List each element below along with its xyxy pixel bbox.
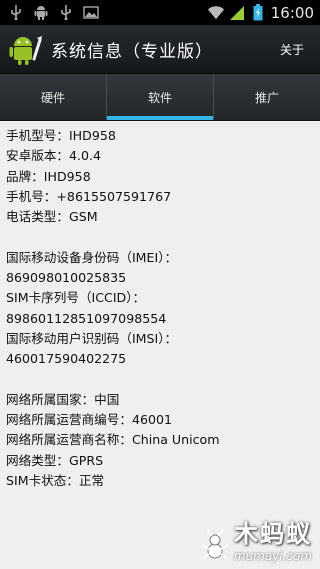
tab-label: 硬件 [40, 90, 65, 105]
operator-code: 网络所属运营商编号：46001 [6, 412, 173, 428]
phone-type: 电话类型：GSM [6, 209, 98, 225]
about-button[interactable]: 关于 [280, 41, 304, 58]
sim-state: SIM卡状态：正常 [6, 473, 105, 489]
tab-label: 软件 [147, 90, 172, 105]
page-title: 系统信息（专业版） [51, 41, 213, 62]
info-list: 手机型号：IHD958 安卓版本：4.0.4 品牌：IHD958 手机号：+86… [0, 121, 320, 491]
battery-icon [250, 4, 266, 21]
tab-software[interactable]: 软件 [106, 74, 213, 120]
imei-label: 国际移动设备身份码（IMEI）： [6, 249, 178, 265]
network-type: 网络类型：GPRS [6, 452, 104, 468]
android-version: 安卓版本：4.0.4 [6, 148, 102, 164]
operator-name: 网络所属运营商名称：China Unicom [6, 432, 220, 448]
watermark-chinese: 木蚂蚁 [234, 520, 312, 548]
network-country: 网络所属国家：中国 [6, 391, 120, 407]
imsi-value: 460017590402275 [6, 351, 127, 367]
imsi-label: 国际移动用户识别码（IMSI）： [6, 330, 178, 346]
android-debug-icon [33, 5, 49, 21]
tab-promotion[interactable]: 推广 [213, 74, 320, 120]
iccid-label: SIM卡序列号（ICCID）： [6, 290, 146, 306]
watermark-url: mumayi.com [233, 549, 312, 563]
signal-icon [229, 5, 245, 21]
status-time: 16:00 [270, 3, 314, 22]
action-bar: 系统信息（专业版） 关于 [0, 25, 320, 74]
imei-value: 869098010025835 [6, 270, 127, 286]
usb-icon [8, 5, 24, 21]
usb-icon [58, 5, 74, 21]
tab-hardware[interactable]: 硬件 [0, 74, 106, 120]
phone-number: 手机号：+8615507591767 [6, 188, 172, 204]
image-icon [83, 5, 99, 21]
spacer [6, 370, 320, 390]
tab-label: 推广 [254, 90, 279, 105]
watermark: 木蚂蚁 mumayi.com [200, 514, 312, 563]
wifi-icon [207, 5, 224, 21]
spacer [6, 227, 320, 247]
brand: 品牌：IHD958 [6, 168, 91, 184]
iccid-value: 89860112851097098554 [6, 310, 167, 326]
app-icon[interactable] [9, 32, 43, 66]
status-bar: 16:00 [0, 0, 320, 25]
tab-bar: 硬件 软件 推广 [0, 74, 320, 121]
phone-model: 手机型号：IHD958 [6, 128, 116, 143]
ant-logo-icon [200, 527, 230, 563]
software-info-panel[interactable]: 手机型号：IHD958 安卓版本：4.0.4 品牌：IHD958 手机号：+86… [0, 121, 320, 569]
